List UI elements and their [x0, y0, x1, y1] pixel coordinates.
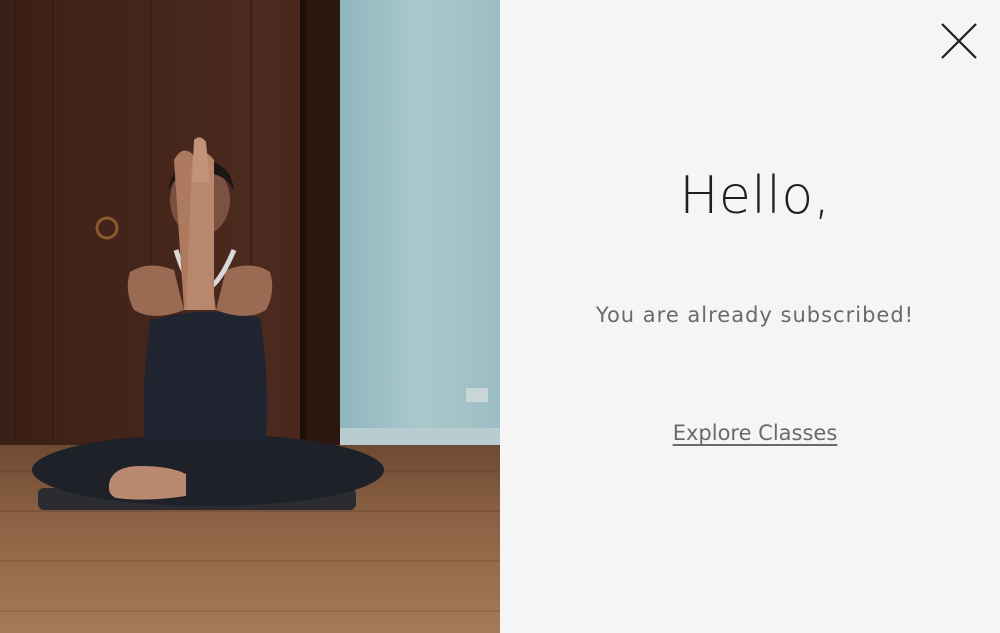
- yoga-photo-illustration: [0, 0, 500, 633]
- close-button[interactable]: [940, 22, 978, 60]
- modal-content: Hello, You are already subscribed! Explo…: [500, 0, 1000, 633]
- close-icon: [941, 23, 977, 59]
- explore-classes-link[interactable]: Explore Classes: [500, 421, 1000, 445]
- greeting-title: Hello,: [679, 166, 831, 226]
- subscription-status-message: You are already subscribed!: [595, 303, 915, 327]
- subscription-modal: Hello, You are already subscribed! Explo…: [0, 0, 1000, 633]
- yoga-photo: [0, 0, 500, 633]
